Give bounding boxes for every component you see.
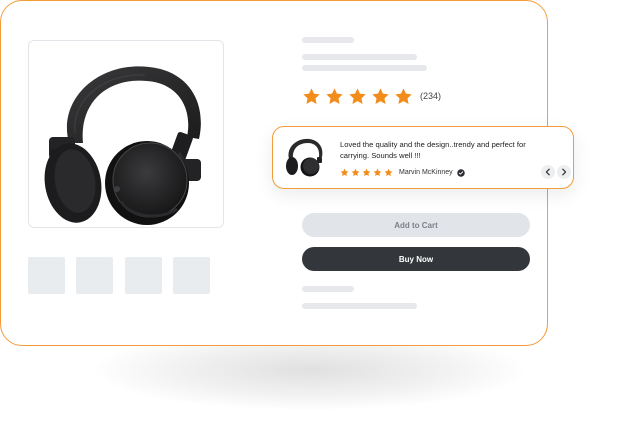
- star-icon: [349, 87, 366, 104]
- star-icon: [384, 168, 393, 177]
- product-thumbnail[interactable]: [76, 257, 113, 294]
- review-meta: Marvin McKinney: [340, 168, 465, 177]
- star-icon: [373, 168, 382, 177]
- product-thumbnail[interactable]: [28, 257, 65, 294]
- review-prev-button[interactable]: [541, 165, 555, 179]
- chevron-right-icon: [562, 168, 567, 176]
- description-placeholder: [302, 286, 354, 292]
- review-text: Loved the quality and the design..trendy…: [340, 140, 526, 160]
- headphones-icon: [44, 66, 201, 225]
- verified-check-icon: [456, 168, 465, 177]
- product-image-frame[interactable]: [28, 40, 224, 228]
- reviewer-name: Marvin McKinney: [399, 169, 453, 176]
- star-icon: [351, 168, 360, 177]
- product-thumbnail[interactable]: [173, 257, 210, 294]
- star-icon: [395, 87, 412, 104]
- title-placeholder: [302, 37, 354, 43]
- description-placeholder: [302, 303, 417, 309]
- subtitle-placeholder: [302, 65, 427, 71]
- product-thumbnail[interactable]: [125, 257, 162, 294]
- add-to-cart-button[interactable]: Add to Cart: [302, 213, 530, 237]
- star-icon: [303, 87, 320, 104]
- star-icon: [340, 168, 349, 177]
- buy-now-button[interactable]: Buy Now: [302, 247, 530, 271]
- chevron-left-icon: [545, 168, 550, 176]
- star-icon: [372, 87, 389, 104]
- star-icon: [326, 87, 343, 104]
- rating-count[interactable]: (234): [420, 91, 441, 101]
- subtitle-placeholder: [302, 54, 417, 60]
- review-card: Loved the quality and the design..trendy…: [272, 126, 574, 189]
- product-rating: (234): [302, 86, 441, 106]
- headphones-icon: [286, 138, 323, 177]
- review-next-button[interactable]: [557, 165, 571, 179]
- star-icon: [362, 168, 371, 177]
